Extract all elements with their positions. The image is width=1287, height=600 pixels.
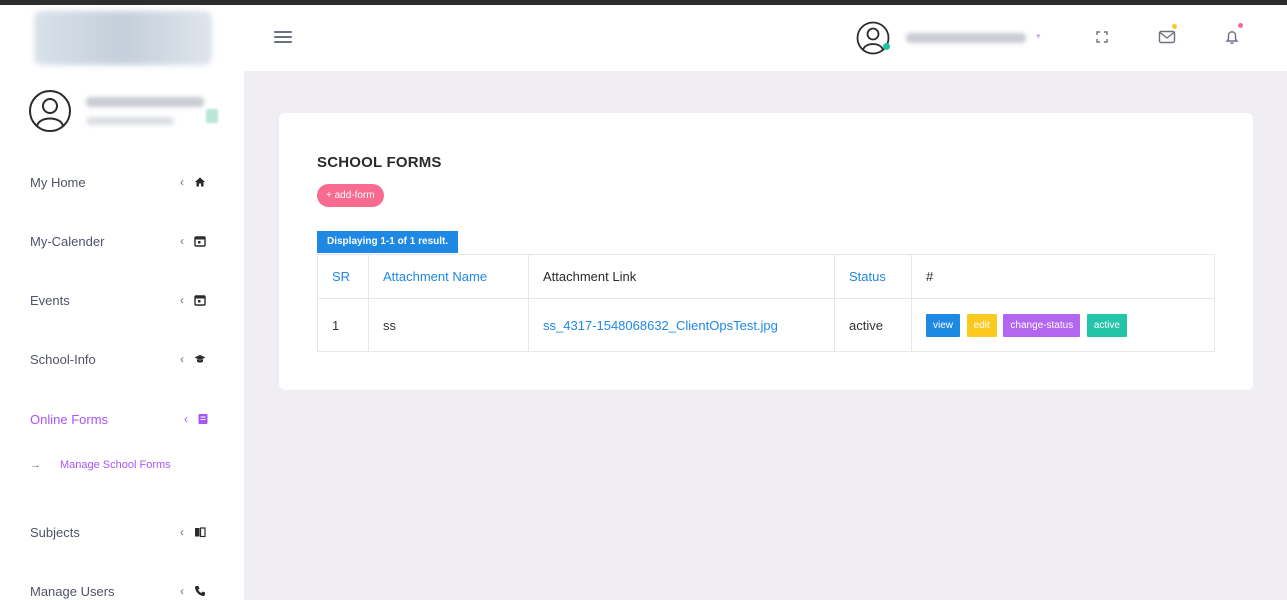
arrow-right-icon: → — [30, 459, 41, 471]
sidebar-item-label: Subjects — [30, 524, 80, 540]
bell-icon[interactable] — [1222, 27, 1242, 47]
graduation-cap-icon — [194, 355, 206, 363]
sidebar-item-label: Online Forms — [30, 411, 109, 427]
column-header-sr[interactable]: SR — [317, 254, 369, 299]
table-row: 1 ss ss_4317-1548068632_ClientOpsTest.jp… — [317, 298, 1215, 352]
sidebar-subitem-label: Manage School Forms — [60, 459, 171, 471]
attachment-link[interactable]: ss_4317-1548068632_ClientOpsTest.jpg — [543, 318, 778, 333]
sidebar-item-label: Manage Users — [30, 583, 115, 599]
chevron-left-icon: ‹ — [180, 525, 184, 539]
edit-button[interactable]: edit — [966, 313, 997, 337]
results-summary: Displaying 1-1 of 1 result. — [317, 231, 459, 253]
sidebar-item-label: My Home — [30, 174, 86, 190]
user-email-blurred — [86, 97, 204, 107]
column-header-attachment-name[interactable]: Attachment Name — [368, 254, 529, 299]
column-header-actions: # — [911, 254, 1215, 299]
page-title: SCHOOL FORMS — [317, 154, 442, 171]
chevron-left-icon: ‹ — [180, 293, 184, 307]
phone-icon — [195, 586, 205, 596]
table-header-row: SR Attachment Name Attachment Link Statu… — [317, 254, 1215, 299]
sidebar: My Home ‹ My-Calender ‹ Events ‹ School-… — [0, 5, 244, 600]
chevron-left-icon: ‹ — [180, 175, 184, 189]
user-role-blurred — [86, 117, 174, 125]
cell-attachment-name: ss — [368, 298, 529, 352]
chevron-left-icon: ‹ — [184, 412, 188, 426]
sidebar-item-school-info[interactable]: School-Info ‹ — [0, 339, 244, 379]
top-header: ▾ — [244, 5, 1287, 71]
chevron-left-icon: ‹ — [180, 584, 184, 598]
sidebar-item-my-home[interactable]: My Home ‹ — [0, 162, 244, 202]
sidebar-item-label: School-Info — [30, 351, 96, 367]
home-icon — [195, 177, 205, 187]
sidebar-item-label: Events — [30, 292, 70, 308]
user-avatar-icon — [29, 90, 71, 132]
cell-status: active — [834, 298, 912, 352]
school-forms-card: SCHOOL FORMS + add-form Displaying 1-1 o… — [279, 113, 1253, 390]
forms-table: SR Attachment Name Attachment Link Statu… — [317, 254, 1215, 352]
chevron-left-icon: ‹ — [180, 234, 184, 248]
add-form-button[interactable]: + add-form — [317, 184, 384, 207]
mail-icon[interactable] — [1157, 27, 1177, 47]
column-header-attachment-link: Attachment Link — [528, 254, 835, 299]
view-button[interactable]: view — [926, 313, 961, 337]
sidebar-item-events[interactable]: Events ‹ — [0, 280, 244, 320]
sidebar-user-profile[interactable] — [28, 89, 228, 141]
sidebar-item-my-calender[interactable]: My-Calender ‹ — [0, 221, 244, 261]
sidebar-subitem-manage-school-forms[interactable]: → Manage School Forms — [0, 454, 244, 476]
sidebar-item-label: My-Calender — [30, 233, 105, 249]
sidebar-item-subjects[interactable]: Subjects ‹ — [0, 512, 244, 552]
sidebar-item-manage-users[interactable]: Manage Users ‹ — [0, 571, 244, 600]
chevron-down-icon: ▾ — [1036, 31, 1041, 41]
online-status-dot — [883, 43, 890, 50]
book-icon — [195, 527, 206, 538]
cell-actions: view edit change-status active — [911, 298, 1215, 352]
hamburger-menu-icon[interactable] — [274, 31, 292, 45]
form-icon — [198, 414, 208, 424]
change-status-button[interactable]: change-status — [1003, 313, 1081, 337]
bell-notification-dot — [1238, 23, 1243, 28]
mail-notification-dot — [1172, 24, 1177, 29]
calendar-icon — [194, 236, 206, 247]
app-logo — [34, 11, 212, 65]
header-email-blurred — [906, 33, 1026, 43]
sidebar-item-online-forms[interactable]: Online Forms ‹ — [0, 399, 244, 439]
user-badge — [206, 109, 218, 123]
fullscreen-icon[interactable] — [1092, 27, 1112, 47]
cell-attachment-link: ss_4317-1548068632_ClientOpsTest.jpg — [528, 298, 835, 352]
chevron-left-icon: ‹ — [180, 352, 184, 366]
column-header-status[interactable]: Status — [834, 254, 912, 299]
calendar-icon — [194, 295, 206, 306]
cell-sr: 1 — [317, 298, 369, 352]
active-button[interactable]: active — [1086, 313, 1127, 337]
